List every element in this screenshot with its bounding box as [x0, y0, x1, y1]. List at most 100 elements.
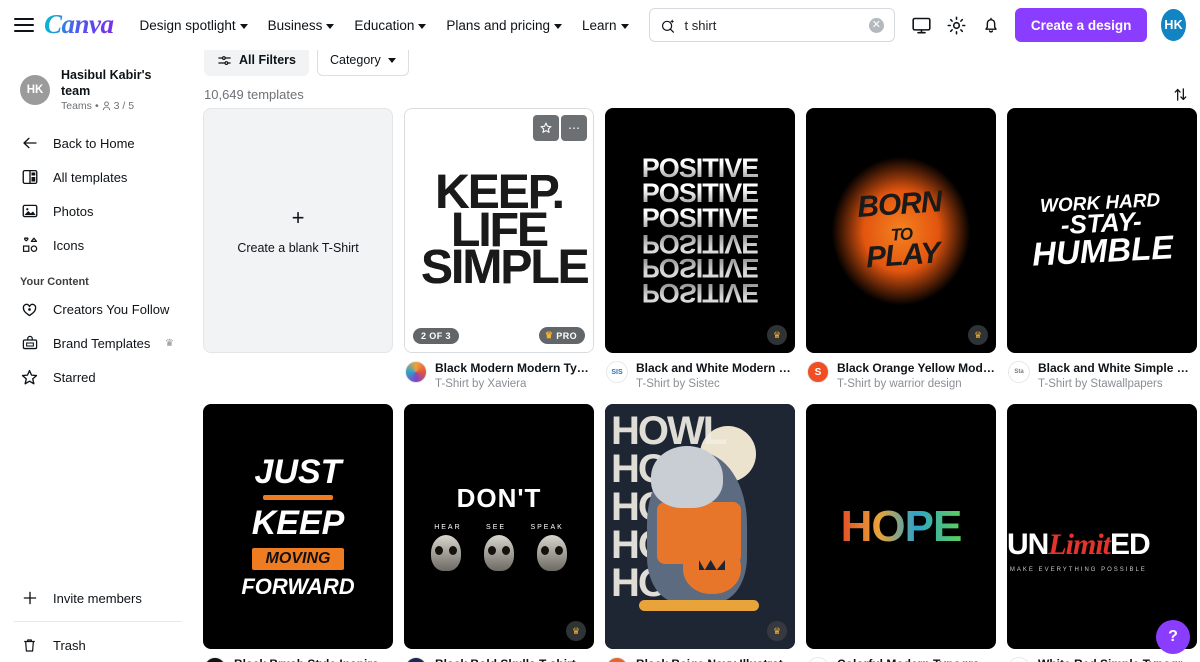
template-thumbnail[interactable]: POSITIVE POSITIVE POSITIVE POSITIVE POSI… — [605, 108, 795, 353]
nav-business[interactable]: Business — [268, 18, 335, 33]
author-avatar[interactable]: SIS — [807, 657, 829, 662]
template-thumbnail[interactable]: JUST KEEP MOVING FORWARD — [203, 404, 393, 649]
template-author[interactable]: T-Shirt by warrior design — [837, 378, 996, 390]
sidebar-item-label: Icons — [53, 237, 85, 253]
sidebar-item-creators-you-follow[interactable]: Creators You Follow — [12, 292, 184, 326]
template-caption: SIS Black and White Modern Typ... T-Shir… — [605, 361, 795, 390]
art-line: BORN TO PLAY — [856, 185, 945, 274]
template-thumbnail[interactable]: KEEP. LIFE SIMPLE ⋯ 2 OF 3 ♛ PRO — [404, 108, 594, 353]
author-avatar[interactable]: S — [807, 361, 829, 383]
display-icon[interactable] — [911, 12, 932, 38]
sidebar-item-trash[interactable]: Trash — [12, 628, 184, 662]
template-title[interactable]: Black Orange Yellow Modern... — [837, 361, 996, 376]
nav-plans-and-pricing[interactable]: Plans and pricing — [446, 18, 562, 33]
art-line: MOVING — [251, 548, 345, 570]
art-line: HOWL — [611, 409, 727, 453]
bell-icon[interactable] — [981, 12, 1001, 38]
author-avatar[interactable]: SIS — [606, 361, 628, 383]
thumbnail-art: JUST KEEP MOVING FORWARD — [203, 404, 393, 649]
create-a-design-button[interactable]: Create a design — [1014, 8, 1148, 42]
sidebar-item-label: Trash — [53, 637, 86, 653]
nav-label: Learn — [582, 17, 617, 33]
template-author[interactable]: T-Shirt by Xaviera — [435, 378, 594, 390]
author-avatar[interactable]: B — [405, 657, 427, 662]
clear-search-icon[interactable]: ✕ — [868, 17, 884, 33]
nav-label: Business — [267, 17, 323, 33]
template-card: POSITIVE POSITIVE POSITIVE POSITIVE POSI… — [605, 108, 795, 390]
art-text: POSITIVE POSITIVE POSITIVE POSITIVE POSI… — [641, 155, 760, 308]
template-title[interactable]: Black Beige Navy Illustrated ... — [636, 657, 795, 662]
art-line: POSITIVE — [641, 177, 760, 208]
pro-badge: ♛ PRO — [538, 327, 585, 344]
template-thumbnail[interactable]: BORN TO PLAY ♛ — [806, 108, 996, 353]
template-author[interactable]: T-Shirt by Sistec — [636, 378, 795, 390]
template-thumbnail[interactable]: DON'T HEAR SEE SPEAK ♛ — [404, 404, 594, 649]
sidebar-item-label: Invite members — [53, 590, 142, 606]
art-word: Limit — [1048, 528, 1111, 561]
template-title[interactable]: Black and White Simple Quo... — [1038, 361, 1197, 376]
art-line: UNLimitED — [1007, 528, 1151, 562]
template-title[interactable]: Black Bold Skulls T-shirts De... — [435, 657, 594, 662]
create-blank-tshirt-card[interactable]: + Create a blank T-Shirt — [203, 108, 393, 353]
thumbnail-art: KEEP. LIFE SIMPLE — [405, 109, 593, 352]
art-word: PLAY — [864, 236, 941, 275]
sidebar-item-starred[interactable]: Starred — [12, 360, 184, 394]
nav-design-spotlight[interactable]: Design spotlight — [140, 18, 248, 33]
canva-logo[interactable]: Canva — [44, 9, 114, 42]
sidebar-item-icons[interactable]: Icons — [12, 228, 184, 262]
author-avatar[interactable]: Vicky — [606, 657, 628, 662]
category-filter-button[interactable]: Category — [316, 50, 409, 76]
grid-cell-blank: + Create a blank T-Shirt — [203, 108, 393, 390]
team-switcher[interactable]: HK Hasibul Kabir's team Teams • 3 / 5 — [12, 50, 184, 120]
template-caption: S Black Orange Yellow Modern... T-Shirt … — [806, 361, 996, 390]
author-avatar[interactable]: X — [204, 657, 226, 662]
chevron-down-icon — [239, 23, 248, 29]
hamburger-icon[interactable] — [14, 12, 35, 38]
template-title[interactable]: Black and White Modern Typ... — [636, 361, 795, 376]
template-title[interactable]: Black Modern Modern Typog... — [435, 361, 594, 376]
sidebar-item-brand-templates[interactable]: Brand Templates ♛ — [12, 326, 184, 360]
help-button[interactable]: ? — [1156, 620, 1190, 654]
template-title[interactable]: Colorful Modern Typography... — [837, 657, 996, 662]
sidebar-item-label: Photos — [53, 203, 94, 219]
main-content: All Filters Category 10,649 templates + — [196, 50, 1200, 662]
team-meta: Teams • 3 / 5 — [61, 100, 180, 112]
pro-label: PRO — [556, 330, 577, 341]
sidebar-item-invite-members[interactable]: Invite members — [12, 581, 184, 615]
search-input[interactable]: t shirt ✕ — [648, 8, 895, 42]
sort-arrows-icon — [1174, 87, 1186, 101]
author-avatar[interactable] — [405, 361, 427, 383]
star-outline-icon[interactable] — [533, 115, 559, 141]
caption-text: Black and White Simple Quo... T-Shirt by… — [1038, 361, 1197, 390]
template-thumbnail[interactable]: HOWL HOWL HOWL HOWL HOWL ♛ — [605, 404, 795, 649]
gear-icon[interactable] — [946, 12, 967, 38]
template-thumbnail[interactable]: WORK HARD -STAY- HUMBLE — [1007, 108, 1197, 353]
nav-education[interactable]: Education — [354, 18, 427, 33]
all-filters-button[interactable]: All Filters — [204, 50, 309, 76]
thumbnail-art: HOPE — [806, 404, 996, 649]
thumbnail-art: WORK HARD -STAY- HUMBLE — [1007, 108, 1197, 353]
crown-icon: ♛ — [973, 329, 983, 340]
art-word: UN — [1007, 528, 1049, 561]
sidebar-item-label: All templates — [53, 169, 128, 185]
art-text: HOPE — [840, 501, 963, 551]
sidebar-item-all-templates[interactable]: All templates — [12, 160, 184, 194]
template-author[interactable]: T-Shirt by Stawallpapers — [1038, 378, 1197, 390]
sidebar-section-label: Your Content — [20, 276, 89, 289]
art-subline: MAKE EVERYTHING POSSIBLE — [1009, 567, 1147, 573]
sidebar-item-back-to-home[interactable]: Back to Home — [12, 126, 184, 160]
template-title[interactable]: Black Brush Style Inspiration... — [234, 657, 393, 662]
team-info: Hasibul Kabir's team Teams • 3 / 5 — [61, 68, 180, 112]
author-avatar[interactable]: iM — [1008, 657, 1030, 662]
team-avatar: HK — [20, 75, 50, 106]
user-avatar[interactable]: HK — [1161, 9, 1186, 41]
chevron-down-icon — [387, 57, 396, 63]
template-title[interactable]: White Red Simple Typogra... — [1038, 657, 1197, 662]
author-avatar[interactable]: Sta — [1008, 361, 1030, 383]
template-thumbnail[interactable]: HOPE — [806, 404, 996, 649]
more-horizontal-icon[interactable]: ⋯ — [561, 115, 587, 141]
template-thumbnail[interactable]: UNLimitED MAKE EVERYTHING POSSIBLE — [1007, 404, 1197, 649]
nav-learn[interactable]: Learn — [582, 18, 629, 33]
sidebar-item-photos[interactable]: Photos — [12, 194, 184, 228]
sort-button[interactable] — [1166, 80, 1194, 108]
